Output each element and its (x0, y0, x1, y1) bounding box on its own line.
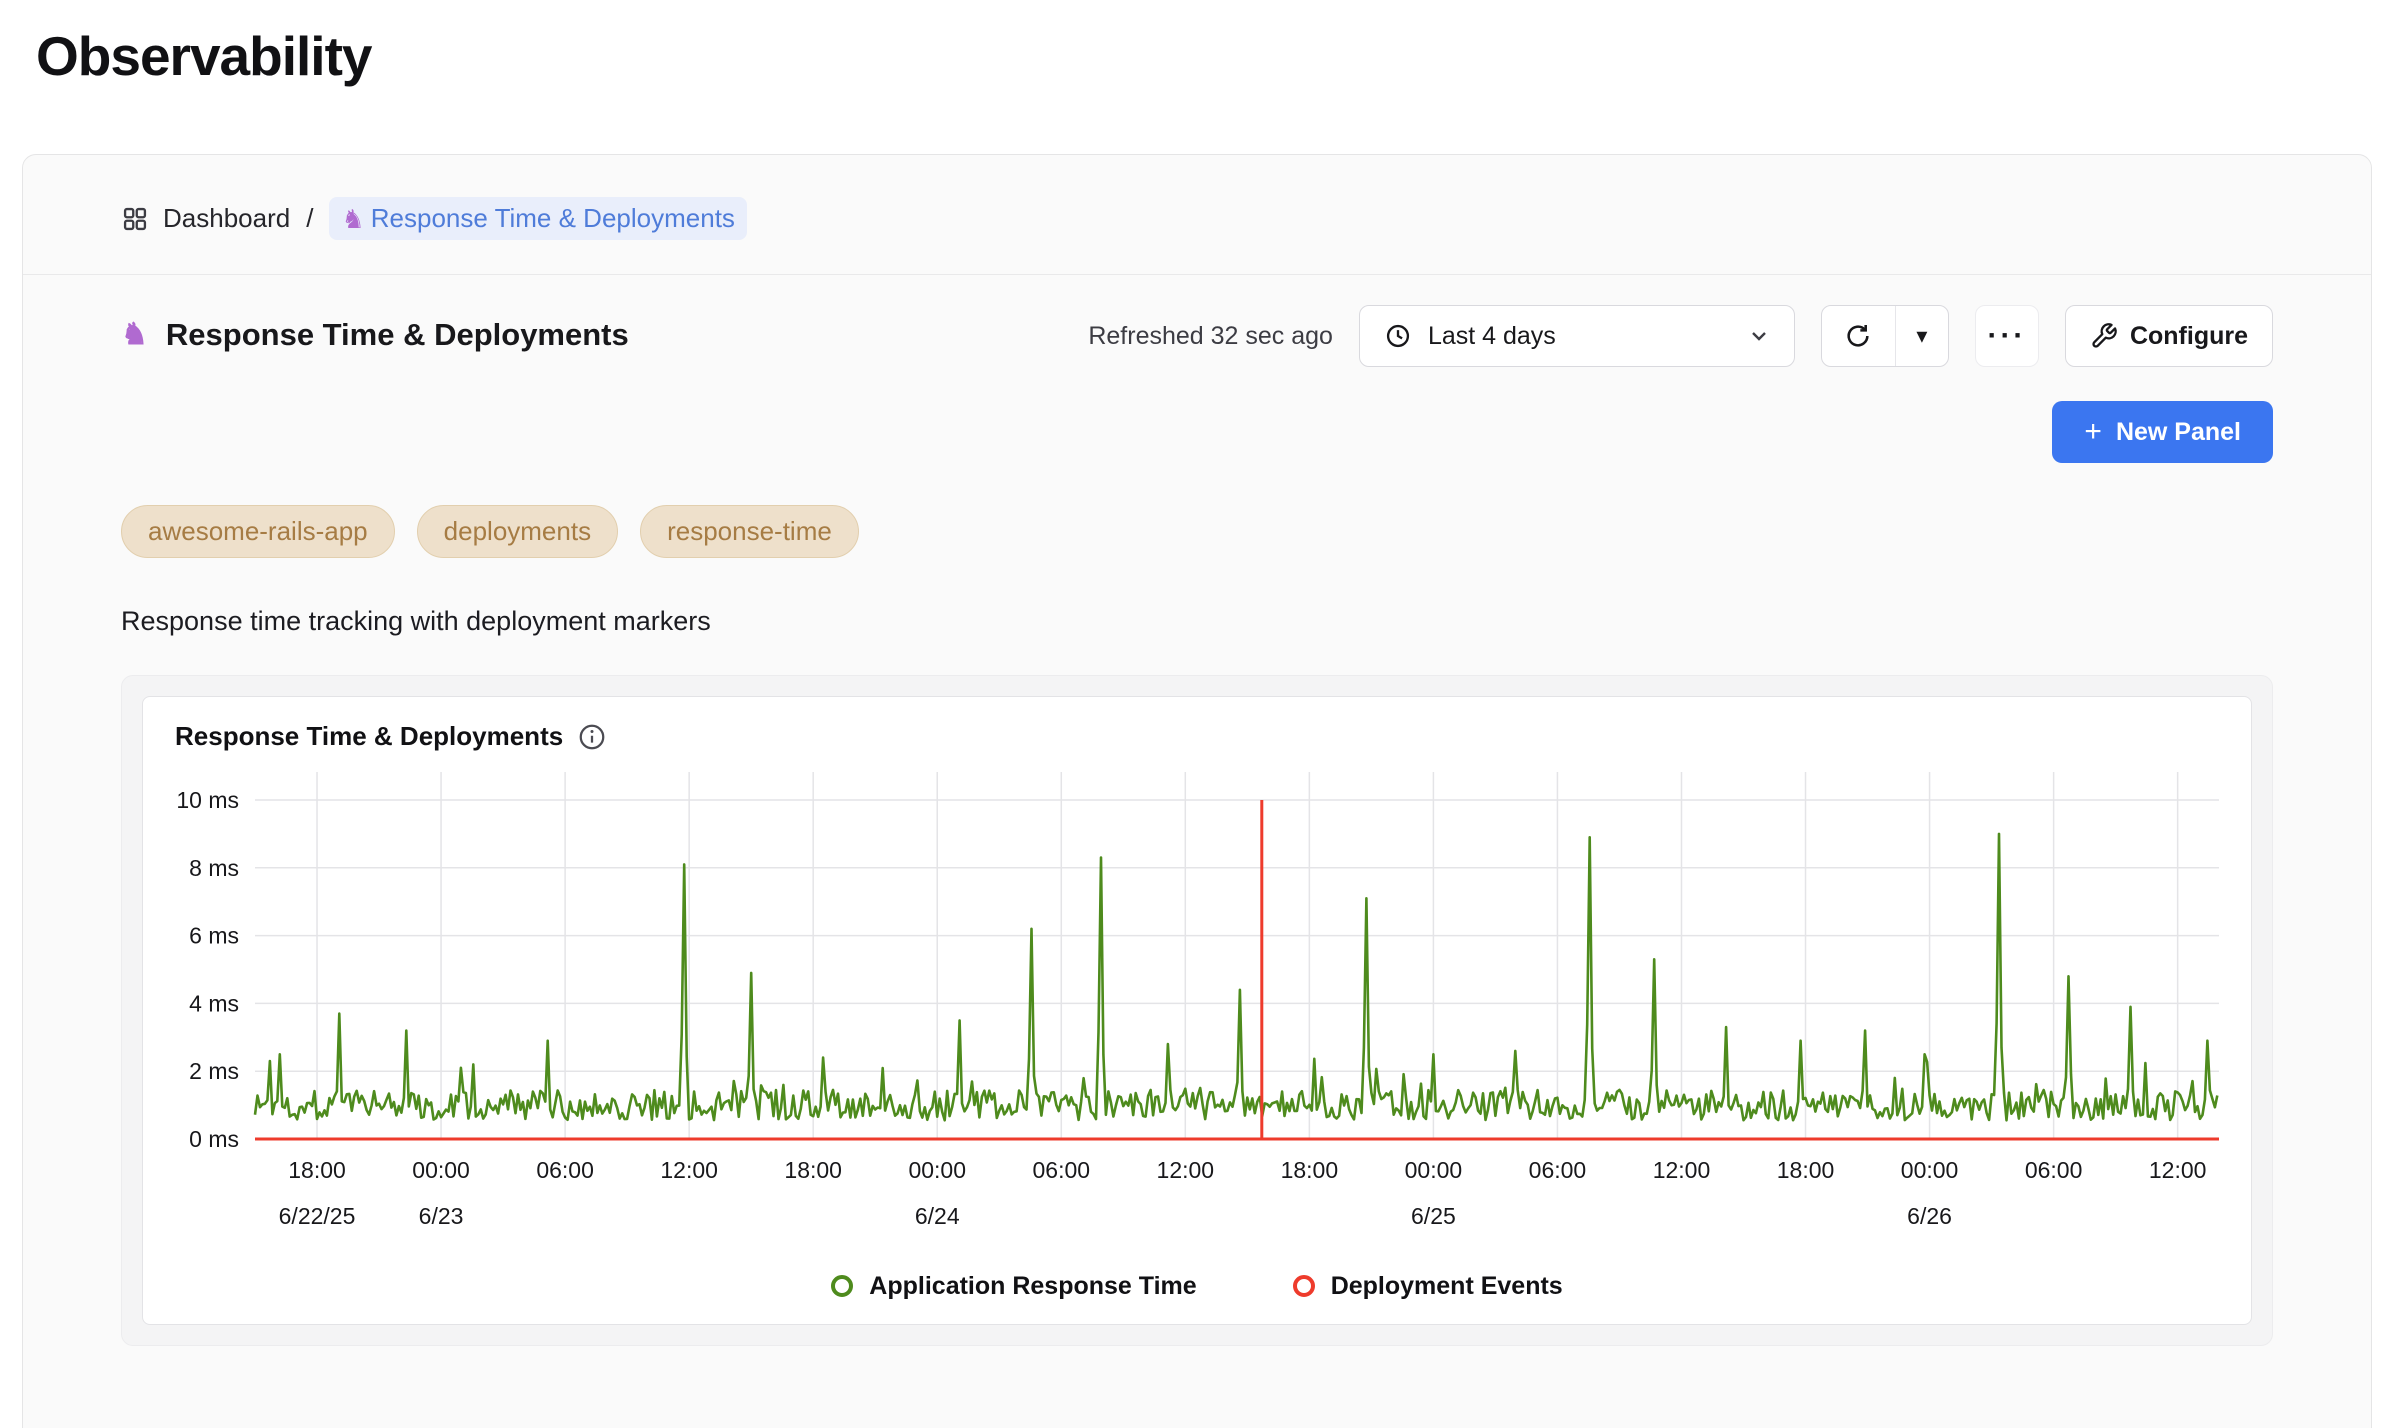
dashboard-card: Dashboard / ♞ Response Time & Deployment… (22, 154, 2372, 1428)
new-panel-button[interactable]: + New Panel (2052, 401, 2273, 463)
pony-icon: ♞ (121, 320, 148, 350)
svg-text:00:00: 00:00 (1901, 1157, 1959, 1183)
refreshed-status: Refreshed 32 sec ago (1088, 322, 1333, 351)
svg-text:06:00: 06:00 (2025, 1157, 2083, 1183)
chart-legend: Application Response Time Deployment Eve… (167, 1268, 2227, 1304)
header-controls-row: Refreshed 32 sec ago Last 4 days (1088, 305, 2273, 367)
svg-text:18:00: 18:00 (288, 1157, 346, 1183)
chart-title-row: Response Time & Deployments (167, 721, 2227, 752)
breadcrumb-dashboard-label: Dashboard (163, 203, 290, 234)
breadcrumb: Dashboard / ♞ Response Time & Deployment… (121, 197, 2273, 240)
svg-text:12:00: 12:00 (1653, 1157, 1711, 1183)
svg-text:12:00: 12:00 (1157, 1157, 1215, 1183)
dashboard-description: Response time tracking with deployment m… (121, 606, 2273, 637)
svg-text:6 ms: 6 ms (189, 923, 239, 949)
svg-text:06:00: 06:00 (1529, 1157, 1587, 1183)
header-controls: Refreshed 32 sec ago Last 4 days (1088, 305, 2273, 463)
breadcrumb-current-label: Response Time & Deployments (371, 203, 735, 234)
clock-icon (1384, 322, 1412, 350)
dashboard-title: Response Time & Deployments (166, 317, 629, 353)
green-circle-icon (831, 1275, 853, 1297)
panel-container: Response Time & Deployments 0 ms 2 ms 4 ms… (121, 675, 2273, 1346)
chart-title: Response Time & Deployments (175, 721, 563, 752)
dashboard-header: ♞ Response Time & Deployments Refreshed … (121, 305, 2273, 463)
time-range-select[interactable]: Last 4 days (1359, 305, 1795, 367)
legend-item-response-time[interactable]: Application Response Time (831, 1272, 1196, 1301)
dashboard-grid-icon (121, 205, 149, 233)
response-time-chart: 0 ms 2 ms 4 ms 6 ms 8 ms 10 ms 18:00 6/22/25 00:… (167, 764, 2227, 1242)
svg-text:18:00: 18:00 (1281, 1157, 1339, 1183)
svg-text:0 ms: 0 ms (189, 1126, 239, 1152)
plus-icon: + (2084, 417, 2102, 447)
legend-label: Application Response Time (869, 1272, 1196, 1301)
tag-list: awesome-rails-app deployments response-t… (121, 505, 2273, 558)
svg-text:18:00: 18:00 (1777, 1157, 1835, 1183)
svg-text:00:00: 00:00 (412, 1157, 470, 1183)
svg-text:00:00: 00:00 (1405, 1157, 1463, 1183)
svg-text:6/24: 6/24 (915, 1203, 960, 1229)
tools-icon (2090, 322, 2118, 350)
dashboard-title-wrap: ♞ Response Time & Deployments (121, 305, 629, 353)
page-title: Observability (0, 0, 2394, 88)
configure-label: Configure (2130, 322, 2248, 351)
tag-pill: awesome-rails-app (121, 505, 395, 558)
svg-text:2 ms: 2 ms (189, 1058, 239, 1084)
chevron-down-icon (1748, 325, 1770, 347)
pony-icon: ♞ (341, 206, 364, 232)
breadcrumb-separator: / (306, 203, 313, 234)
legend-label: Deployment Events (1331, 1272, 1563, 1301)
svg-text:6/23: 6/23 (419, 1203, 464, 1229)
svg-text:4 ms: 4 ms (189, 990, 239, 1016)
svg-text:00:00: 00:00 (908, 1157, 966, 1183)
svg-text:06:00: 06:00 (536, 1157, 594, 1183)
svg-text:10 ms: 10 ms (176, 787, 239, 813)
time-range-value: Last 4 days (1428, 322, 1556, 351)
refresh-button[interactable] (1822, 306, 1896, 366)
chart-panel: Response Time & Deployments 0 ms 2 ms 4 ms… (142, 696, 2252, 1325)
new-panel-row: + New Panel (2052, 401, 2273, 463)
breadcrumb-current-link[interactable]: ♞ Response Time & Deployments (329, 197, 746, 240)
caret-down-icon: ▾ (1916, 323, 1927, 349)
svg-text:12:00: 12:00 (2149, 1157, 2207, 1183)
breadcrumb-dashboard-link[interactable]: Dashboard (121, 203, 290, 234)
svg-text:8 ms: 8 ms (189, 855, 239, 881)
svg-text:6/26: 6/26 (1907, 1203, 1952, 1229)
tag-pill: deployments (417, 505, 618, 558)
more-options-button[interactable]: ··· (1975, 305, 2039, 367)
new-panel-label: New Panel (2116, 418, 2241, 447)
configure-button[interactable]: Configure (2065, 305, 2273, 367)
info-icon[interactable] (577, 722, 607, 752)
svg-text:6/25: 6/25 (1411, 1203, 1456, 1229)
refresh-button-group: ▾ (1821, 305, 1949, 367)
red-circle-icon (1293, 1275, 1315, 1297)
svg-text:12:00: 12:00 (660, 1157, 718, 1183)
svg-text:6/22/25: 6/22/25 (279, 1203, 356, 1229)
ellipsis-icon: ··· (1987, 319, 2026, 353)
refresh-interval-caret-button[interactable]: ▾ (1896, 306, 1948, 366)
svg-text:06:00: 06:00 (1032, 1157, 1090, 1183)
legend-item-deployments[interactable]: Deployment Events (1293, 1272, 1563, 1301)
header-divider (23, 274, 2371, 275)
svg-text:18:00: 18:00 (784, 1157, 842, 1183)
refresh-icon (1844, 322, 1872, 350)
tag-pill: response-time (640, 505, 859, 558)
